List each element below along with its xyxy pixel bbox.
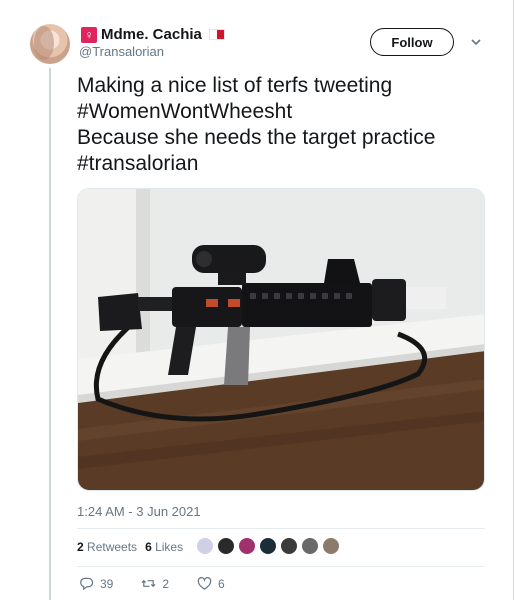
author-handle[interactable]: @Transalorian [79, 44, 164, 59]
tweet-text-line: Because she needs the target practice [77, 126, 436, 149]
likes-label: Likes [155, 540, 184, 554]
retweet-count: 2 [162, 576, 170, 591]
liker-avatar[interactable] [259, 537, 277, 555]
heart-icon [197, 577, 212, 590]
like-button[interactable]: 6 [197, 576, 225, 591]
liker-avatar[interactable] [196, 537, 214, 555]
liker-avatar[interactable] [217, 537, 235, 555]
hashtag-transalorian[interactable]: #transalorian [77, 151, 497, 177]
retweets-label: Retweets [87, 540, 138, 554]
liker-avatars [196, 537, 340, 555]
author-name-row[interactable]: ♀ Mdme. Cachia [81, 26, 225, 43]
reply-icon [80, 577, 94, 591]
hashtag-womenwontwheesht[interactable]: #WomenWontWheesht [77, 99, 497, 125]
thread-line [49, 68, 51, 600]
liker-avatar[interactable] [322, 537, 340, 555]
retweets-count: 2 [77, 540, 84, 554]
liker-avatar[interactable] [280, 537, 298, 555]
like-count: 6 [218, 576, 225, 591]
engagement-stats: 2 Retweets 6 Likes [77, 540, 183, 554]
follow-button[interactable]: Follow [370, 28, 454, 56]
tweet-text: Making a nice list of terfs tweeting #Wo… [77, 73, 497, 177]
malta-flag-icon [208, 29, 225, 40]
reply-button[interactable]: 39 [79, 576, 113, 591]
likes-count: 6 [145, 540, 152, 554]
tweet-media-photo[interactable] [77, 188, 485, 491]
tweet-card: ♀ Mdme. Cachia @Transalorian Follow Maki… [0, 0, 514, 600]
divider [77, 528, 485, 529]
avatar[interactable] [30, 24, 70, 64]
retweets-stat[interactable]: 2 Retweets [77, 540, 137, 554]
tweet-actions: 39 2 6 [79, 576, 253, 591]
divider [77, 566, 485, 567]
liker-avatar[interactable] [301, 537, 319, 555]
tweet-text-line: Making a nice list of terfs tweeting [77, 74, 393, 97]
tweet-timestamp[interactable]: 1:24 AM - 3 Jun 2021 [77, 504, 201, 519]
display-name[interactable]: Mdme. Cachia [101, 26, 202, 43]
reply-count: 39 [100, 576, 114, 591]
retweet-icon [141, 579, 156, 588]
rifle-photo [78, 189, 484, 490]
likes-stat[interactable]: 6 Likes [145, 540, 183, 554]
venus-symbol-icon: ♀ [81, 26, 97, 43]
liker-avatar[interactable] [238, 537, 256, 555]
retweet-button[interactable]: 2 [141, 576, 169, 591]
chevron-down-icon[interactable] [470, 36, 482, 48]
